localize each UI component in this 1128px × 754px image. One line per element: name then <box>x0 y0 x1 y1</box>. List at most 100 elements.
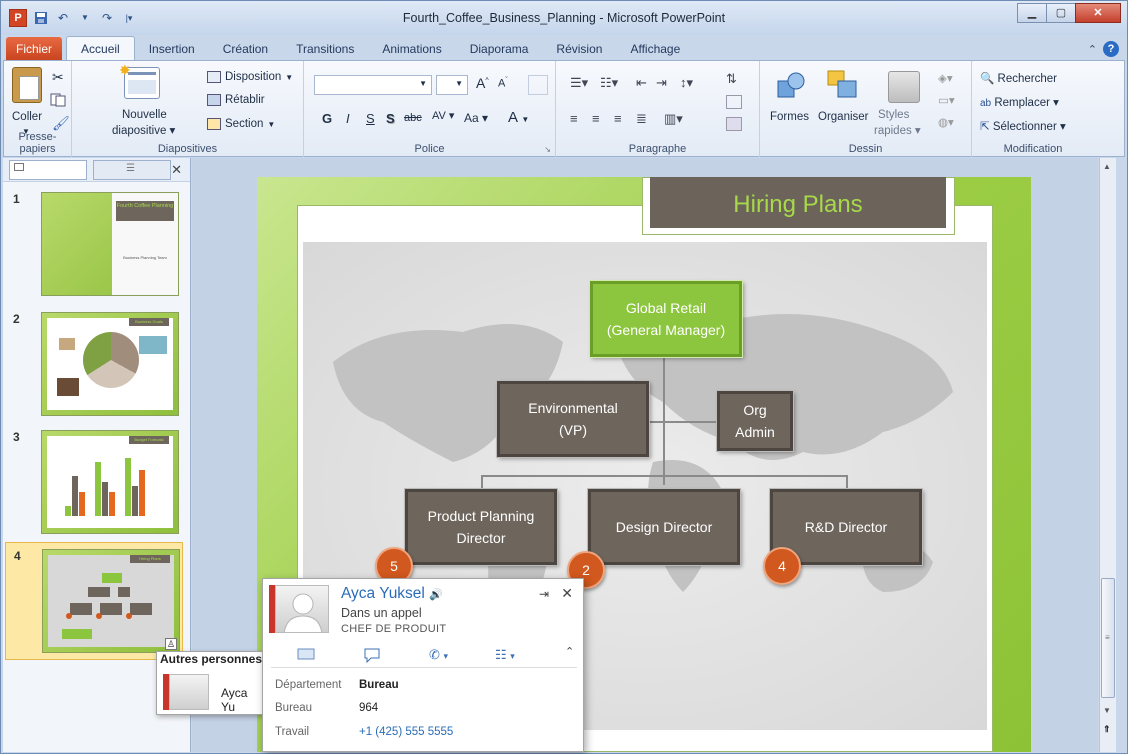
shape-outline-icon[interactable]: ▭▾ <box>938 93 955 107</box>
shapes-icon[interactable] <box>776 71 806 101</box>
work-label: Travail <box>275 726 310 738</box>
tab-diaporama[interactable]: Diaporama <box>456 37 543 61</box>
bold-button[interactable]: G <box>322 111 332 126</box>
vertical-scrollbar[interactable]: ▲ ≡ ▼ ⇑ <box>1099 158 1116 752</box>
dialog-launcher-icon[interactable]: ↘ <box>544 145 551 154</box>
align-right-icon[interactable]: ≡ <box>614 111 622 126</box>
font-size-select[interactable]: ▼ <box>436 75 468 95</box>
tab-insertion[interactable]: Insertion <box>135 37 209 61</box>
format-painter-icon[interactable]: 🖌 <box>52 115 70 132</box>
org-node-product-planning-director[interactable]: Product Planning Director <box>404 488 558 566</box>
shrink-font-icon[interactable]: Aˇ <box>498 77 508 90</box>
layout-icon <box>207 71 221 83</box>
quick-styles-icon[interactable] <box>888 71 920 103</box>
layout-button[interactable]: Disposition ▼ <box>207 71 293 83</box>
shadow-button[interactable]: S <box>386 111 395 126</box>
change-case-button[interactable]: Aa ▾ <box>464 111 488 125</box>
close-icon[interactable]: ✕ <box>561 585 573 602</box>
tab-fichier[interactable]: Fichier <box>6 37 63 61</box>
slide-thumbnail-3[interactable]: 3 Budget Forecast <box>5 424 183 542</box>
minimize-ribbon-icon[interactable]: ⌃ <box>1088 43 1097 56</box>
align-center-icon[interactable]: ≡ <box>592 111 600 126</box>
align-text-icon[interactable] <box>726 95 742 109</box>
char-spacing-button[interactable]: AV ▾ <box>432 109 454 122</box>
org-node-environmental-vp[interactable]: Environmental (VP) <box>496 380 650 458</box>
find-button[interactable]: 🔍 Rechercher <box>980 71 1057 85</box>
copy-icon[interactable] <box>50 93 68 107</box>
align-left-icon[interactable]: ≡ <box>570 111 578 126</box>
increase-indent-icon[interactable]: ⇥ <box>656 75 667 91</box>
shapes-button[interactable]: Formes <box>770 111 809 123</box>
decrease-indent-icon[interactable]: ⇤ <box>636 75 647 91</box>
scroll-thumb[interactable]: ≡ <box>1101 578 1115 698</box>
im-icon[interactable] <box>363 647 381 663</box>
speaker-icon[interactable]: 🔊 <box>429 589 443 601</box>
slide-title[interactable]: Hiring Plans <box>650 177 946 228</box>
collapse-icon[interactable]: ⌃ <box>565 645 574 658</box>
scroll-down-icon[interactable]: ▼ <box>1103 706 1111 715</box>
clear-format-icon[interactable] <box>528 75 548 95</box>
email-icon[interactable] <box>297 647 315 661</box>
select-button[interactable]: ⇱ Sélectionner ▾ <box>980 119 1066 133</box>
minimize-icon[interactable]: ▁ <box>1017 3 1047 23</box>
new-slide-icon[interactable]: ✸ <box>119 62 160 99</box>
maximize-icon[interactable]: ▢ <box>1046 3 1076 23</box>
line-spacing-icon[interactable]: ↕▾ <box>680 75 693 91</box>
paste-button[interactable]: Coller <box>12 111 42 123</box>
grow-font-icon[interactable]: A^ <box>476 75 489 91</box>
quick-styles-label[interactable]: Styles <box>878 109 909 121</box>
shape-effects-icon[interactable]: ◍▾ <box>938 115 954 129</box>
slide-thumbnail-2[interactable]: 2 Business Goals <box>5 306 183 424</box>
pin-icon[interactable]: ⇥ <box>539 587 549 601</box>
cut-icon[interactable]: ✂ <box>52 69 64 86</box>
tab-affichage[interactable]: Affichage <box>616 37 694 61</box>
tab-revision[interactable]: Révision <box>542 37 616 61</box>
new-slide-button[interactable]: diapositive ▾ <box>112 123 175 137</box>
help-icon[interactable]: ? <box>1103 41 1119 57</box>
columns-icon[interactable]: ▥▾ <box>664 111 683 127</box>
org-node-design-director[interactable]: Design Director <box>587 488 741 566</box>
italic-button[interactable]: I <box>346 111 350 126</box>
reset-button[interactable]: Rétablir <box>207 94 265 106</box>
scroll-up-icon[interactable]: ▲ <box>1103 162 1111 171</box>
section-button[interactable]: Section ▼ <box>207 118 275 130</box>
close-pane-icon[interactable]: ✕ <box>171 162 182 178</box>
arrange-icon[interactable] <box>826 69 858 101</box>
strikethrough-button[interactable]: abc <box>404 112 422 124</box>
call-button[interactable]: ✆ ▾ <box>429 647 448 663</box>
slides-tab[interactable] <box>9 159 87 180</box>
org-node-general-manager[interactable]: Global Retail (General Manager) <box>589 280 743 358</box>
headcount-badge[interactable]: 4 <box>763 547 801 585</box>
text-direction-icon[interactable]: ⇅ <box>726 71 737 87</box>
close-icon[interactable]: ✕ <box>1075 3 1121 23</box>
slide-thumbnail-1[interactable]: 1 Fourth Coffee Planning Business Planni… <box>5 186 183 304</box>
contact-name[interactable]: Ayca Yuksel 🔊 <box>341 585 443 603</box>
numbering-icon[interactable]: ☷▾ <box>600 75 618 91</box>
font-color-button[interactable]: A ▼ <box>508 109 529 126</box>
avatar[interactable] <box>275 585 329 633</box>
tab-animations[interactable]: Animations <box>368 37 455 61</box>
more-options-button[interactable]: ☷ ▾ <box>495 647 515 663</box>
underline-button[interactable]: S <box>366 111 375 126</box>
paste-icon[interactable] <box>12 67 42 103</box>
outline-tab[interactable]: ☰ <box>93 159 171 180</box>
tab-accueil[interactable]: Accueil <box>66 36 135 61</box>
previous-slide-icon[interactable]: ⇑ <box>1103 724 1111 735</box>
quick-styles-button[interactable]: rapides ▾ <box>874 123 921 137</box>
bullets-icon[interactable]: ☰▾ <box>570 75 588 91</box>
arrange-button[interactable]: Organiser <box>818 111 869 123</box>
tab-transitions[interactable]: Transitions <box>282 37 368 61</box>
avatar[interactable] <box>169 674 209 710</box>
tab-creation[interactable]: Création <box>209 37 282 61</box>
other-person-name[interactable]: Ayca Yu <box>221 686 262 714</box>
shape-fill-icon[interactable]: ◈▾ <box>938 71 953 85</box>
font-name-select[interactable]: ▼ <box>314 75 432 95</box>
justify-icon[interactable]: ≣ <box>636 111 647 127</box>
person-icon[interactable]: ♙ <box>165 638 177 650</box>
replace-button[interactable]: ab Remplacer ▾ <box>980 95 1059 109</box>
smartart-icon[interactable] <box>726 117 742 131</box>
work-phone-link[interactable]: +1 (425) 555 5555 <box>359 726 453 738</box>
new-slide-label[interactable]: Nouvelle <box>122 109 167 121</box>
slide-thumbnail-4[interactable]: 4 Hiring Plans ♙ <box>5 542 183 660</box>
org-node-org-admin[interactable]: Org Admin <box>716 390 794 452</box>
